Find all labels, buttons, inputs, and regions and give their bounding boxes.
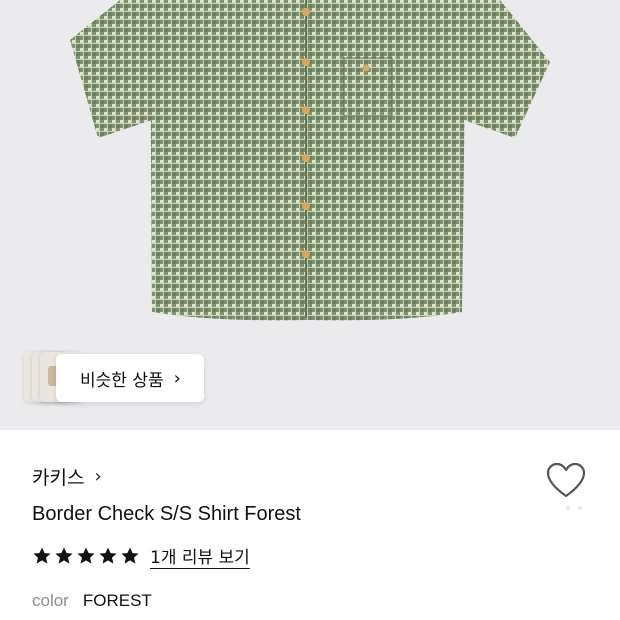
review-link[interactable]: 1개 리뷰 보기 — [150, 543, 250, 568]
star-icon — [121, 547, 139, 564]
chevron-right-icon: › — [94, 466, 102, 487]
star-rating — [32, 546, 140, 566]
brand-link[interactable]: 카키스 › — [32, 463, 102, 490]
star-icon — [33, 547, 51, 564]
product-title: Border Check S/S Shirt Forest — [32, 503, 301, 525]
chevron-right-icon: › — [173, 367, 181, 389]
color-label: color — [32, 591, 69, 610]
decorative-dot — [566, 506, 570, 510]
star-icon — [77, 547, 95, 564]
star-icon — [99, 547, 117, 564]
brand-name: 카키스 — [32, 467, 85, 489]
star-icon — [55, 547, 73, 564]
color-value: FOREST — [82, 591, 152, 610]
similar-products-label: 비슷한 상품 — [80, 370, 164, 391]
heart-icon[interactable] — [546, 462, 586, 500]
rating-row: 1개 리뷰 보기 — [32, 543, 250, 568]
product-image-area[interactable]: 비슷한 상품 › — [0, 0, 620, 430]
product-info: 카키스 › Border Check S/S Shirt Forest 1개 리… — [0, 430, 620, 620]
decorative-dot — [578, 506, 582, 510]
similar-products-button[interactable]: 비슷한 상품 › — [56, 354, 204, 402]
color-row: color FOREST — [32, 591, 152, 611]
